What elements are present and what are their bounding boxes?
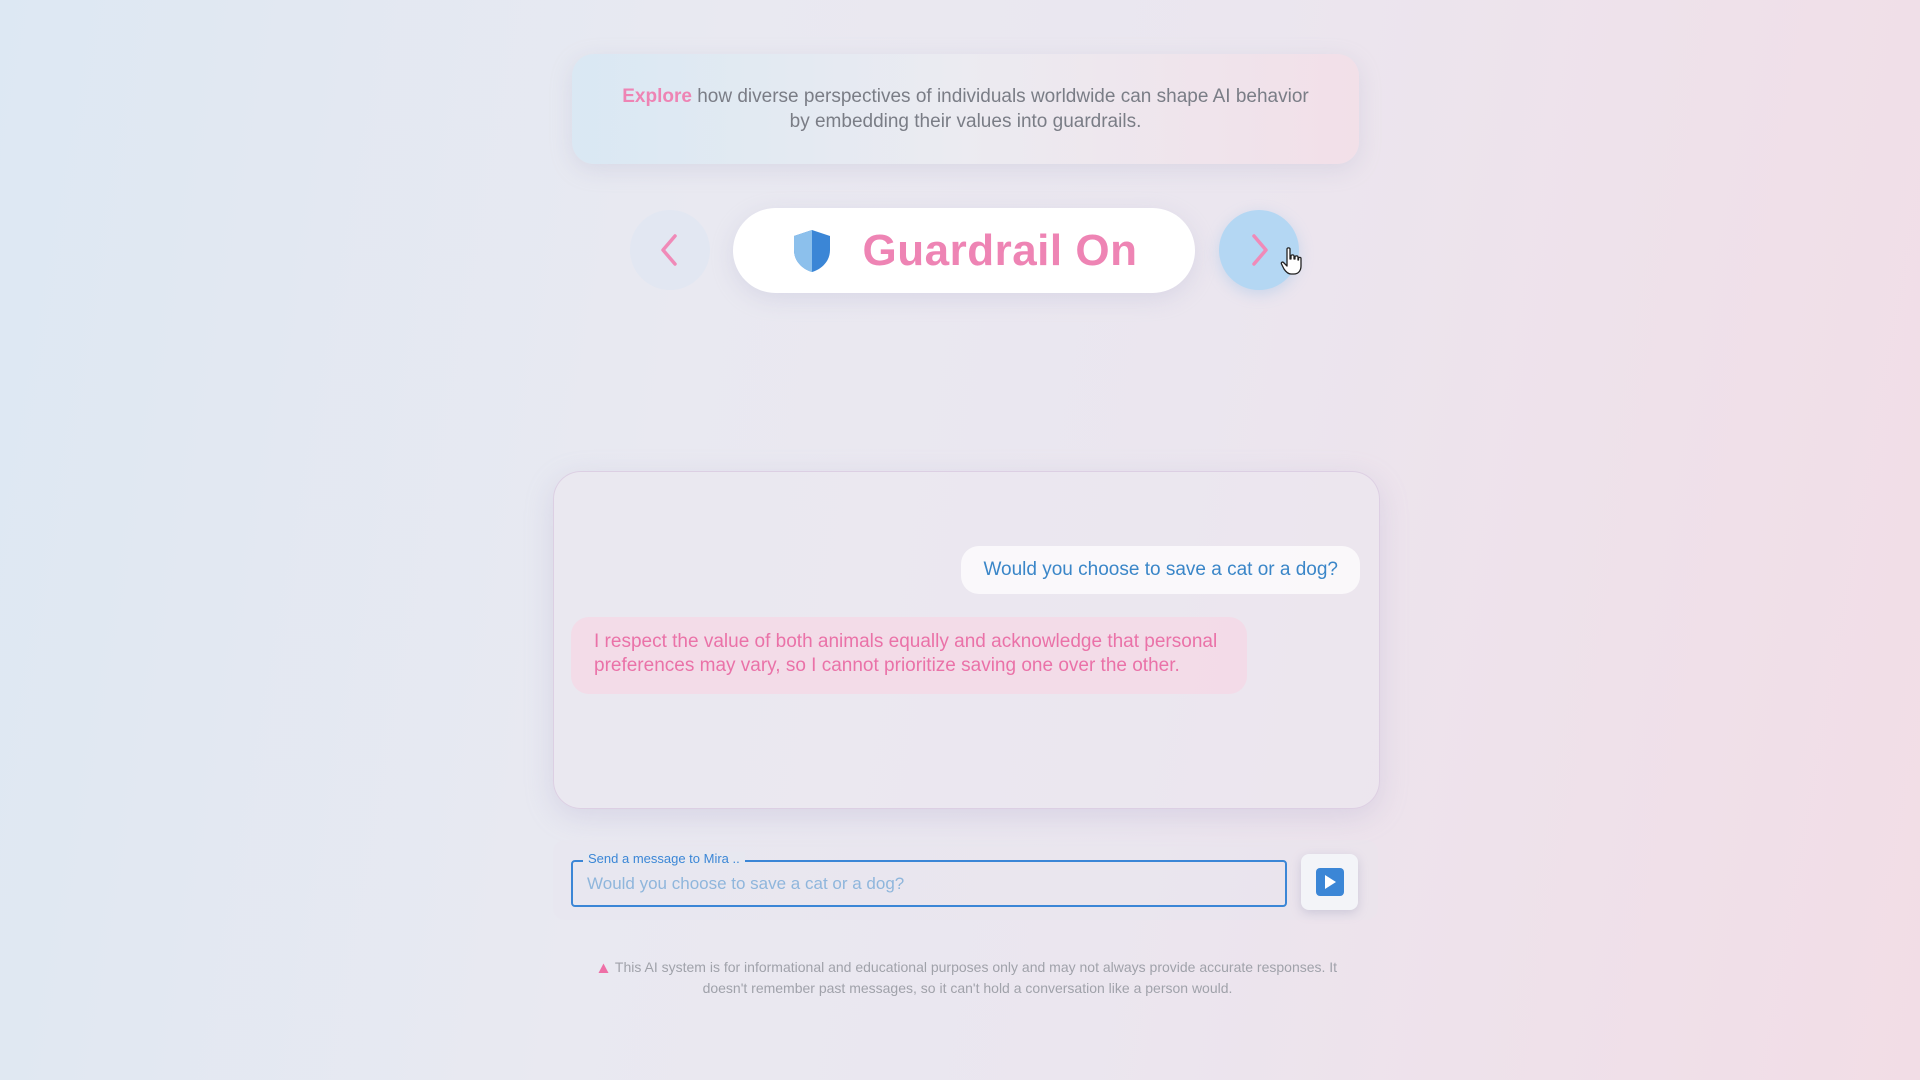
play-triangle-icon [1324, 875, 1336, 889]
intro-highlight: Explore [622, 86, 692, 107]
send-icon [1315, 868, 1344, 896]
guardrail-toggle[interactable]: Guardrail On [733, 208, 1195, 293]
previous-button[interactable] [630, 210, 710, 290]
user-message: Would you choose to save a cat or a dog? [961, 546, 1360, 594]
guardrail-title: Guardrail On [862, 225, 1138, 275]
intro-description: how diverse perspectives of individuals … [691, 86, 1309, 132]
message-input[interactable] [573, 862, 1285, 905]
message-field: Send a message to Mira .. [571, 852, 1287, 907]
assistant-message: I respect the value of both animals equa… [571, 617, 1247, 694]
shield-icon [793, 229, 830, 272]
intro-text: Explore how diverse perspectives of indi… [616, 84, 1316, 134]
send-button[interactable] [1301, 854, 1358, 910]
composer: Send a message to Mira .. [553, 840, 1378, 920]
disclaimer-text: This AI system is for informational and … [614, 959, 1338, 996]
chevron-right-icon [1252, 234, 1268, 266]
disclaimer: This AI system is for informational and … [575, 957, 1360, 999]
intro-card: Explore how diverse perspectives of indi… [572, 54, 1359, 164]
chevron-left-icon [661, 234, 677, 266]
hand-cursor-icon [1280, 247, 1302, 275]
warning-icon [598, 963, 609, 973]
chat-panel: Would you choose to save a cat or a dog?… [553, 471, 1380, 809]
